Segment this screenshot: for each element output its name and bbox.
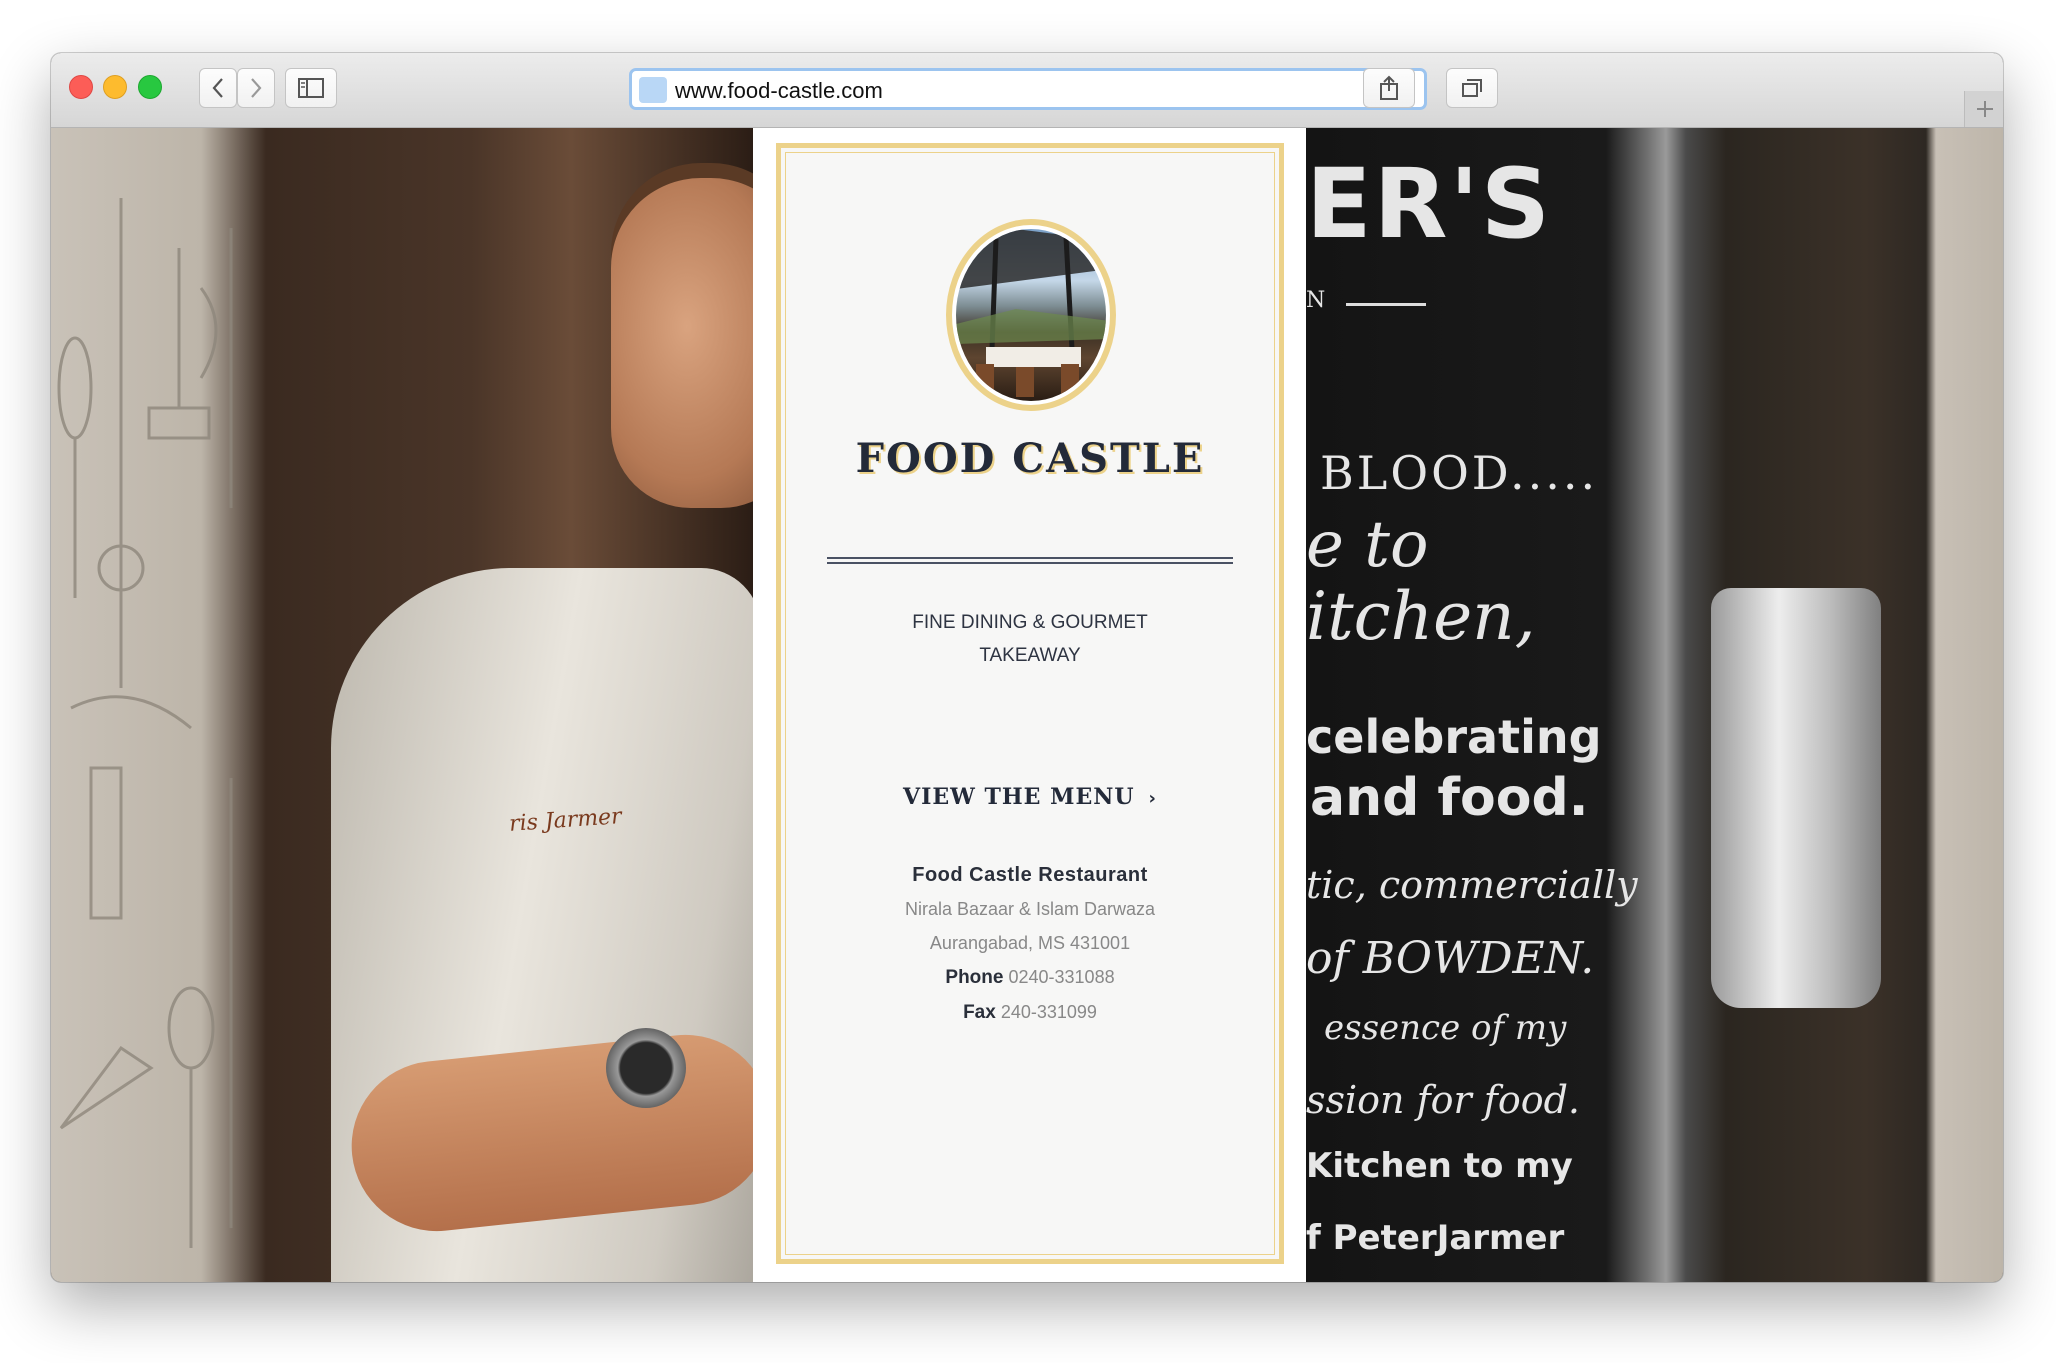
chevron-right-icon — [251, 78, 262, 98]
chalk-line-9: ssion for food. — [1306, 1078, 1580, 1122]
url-text[interactable]: www.food-castle.com — [675, 78, 883, 104]
tabs-icon — [1462, 79, 1482, 97]
chalk-line-10: Kitchen to my — [1306, 1146, 1573, 1186]
chef-photo: ris Jarmer — [51, 128, 801, 1282]
close-window-button[interactable] — [69, 75, 93, 99]
sidebar-button[interactable] — [285, 68, 337, 108]
tagline-line-2: TAKEAWAY — [979, 645, 1081, 666]
restaurant-contact: Food Castle Restaurant Nirala Bazaar & I… — [781, 858, 1279, 1030]
chalk-line-5: and food. — [1310, 768, 1589, 828]
chalk-line-3: itchen, — [1306, 578, 1536, 655]
favicon — [639, 77, 667, 103]
phone-value[interactable]: 0240-331088 — [1008, 967, 1114, 987]
share-button[interactable] — [1363, 68, 1415, 108]
tagline: FINE DINING & GOURMET TAKEAWAY — [781, 606, 1279, 672]
address-line-1: Nirala Bazaar & Islam Darwaza — [904, 899, 1156, 919]
chalk-line-4: celebrating — [1306, 710, 1602, 764]
share-icon — [1380, 75, 1398, 100]
address-bar[interactable]: www.food-castle.com — [629, 68, 1427, 110]
show-tabs-button[interactable] — [1446, 68, 1498, 108]
chalk-line-6: tic, commercially — [1306, 863, 1638, 907]
fax-value: 240-331099 — [1000, 1002, 1097, 1022]
chalk-line-2: e to — [1306, 508, 1429, 582]
new-tab-button[interactable] — [1964, 91, 2003, 127]
phone-label: Phone — [945, 967, 1004, 988]
chalk-line-8: essence of my — [1324, 1008, 1567, 1048]
menu-card: FOOD CASTLE FINE DINING & GOURMET TAKEAW… — [753, 128, 1306, 1282]
tagline-line-1: FINE DINING & GOURMET — [912, 612, 1148, 633]
kitchen-tools-wallpaper — [57, 198, 233, 1248]
chalk-subline: N — [1306, 288, 1326, 313]
window-frame-graphic — [956, 229, 1106, 397]
fax-row: Fax 240-331099 — [781, 995, 1279, 1030]
back-button[interactable] — [199, 68, 237, 108]
chalk-line-1: BLOOD..... — [1320, 446, 1599, 500]
logo-dining-photo — [956, 229, 1106, 401]
view-menu-link[interactable]: VIEW THE MENU › — [781, 784, 1279, 810]
menu-card-frame: FOOD CASTLE FINE DINING & GOURMET TAKEAW… — [776, 143, 1284, 1264]
wristwatch — [606, 1028, 686, 1108]
page-content: ris Jarmer ER'S N BLOOD..... e to itchen… — [51, 128, 2003, 1282]
browser-toolbar: www.food-castle.com — [51, 53, 2003, 128]
zoom-window-button[interactable] — [138, 75, 162, 99]
title-divider — [827, 557, 1233, 564]
chalk-heading: ER'S — [1306, 148, 1553, 260]
logo-badge — [946, 219, 1116, 411]
chevron-right-icon: › — [1148, 788, 1157, 809]
chevron-left-icon — [212, 78, 223, 98]
forward-button[interactable] — [237, 68, 275, 108]
fax-label: Fax — [963, 1002, 996, 1023]
view-menu-label: VIEW THE MENU — [903, 784, 1135, 810]
restaurant-name: Food Castle Restaurant — [912, 864, 1148, 886]
chalk-underline — [1346, 303, 1426, 306]
coffee-grinder — [1711, 588, 1881, 1008]
chalk-line-11: f PeterJarmer — [1306, 1218, 1565, 1258]
address-line-2: Aurangabad, MS 431001 — [929, 933, 1131, 953]
chalk-line-7: of BOWDEN. — [1306, 933, 1595, 984]
brand-title: FOOD CASTLE — [855, 435, 1205, 482]
plus-icon — [1976, 101, 1993, 117]
browser-window: www.food-castle.com ris Jarmer ER'S N BL… — [51, 53, 2003, 1282]
sidebar-icon — [298, 78, 324, 98]
phone-row: Phone 0240-331088 — [781, 960, 1279, 995]
chalkboard-photo: ER'S N BLOOD..... e to itchen, celebrati… — [1306, 128, 2003, 1282]
minimize-window-button[interactable] — [103, 75, 127, 99]
